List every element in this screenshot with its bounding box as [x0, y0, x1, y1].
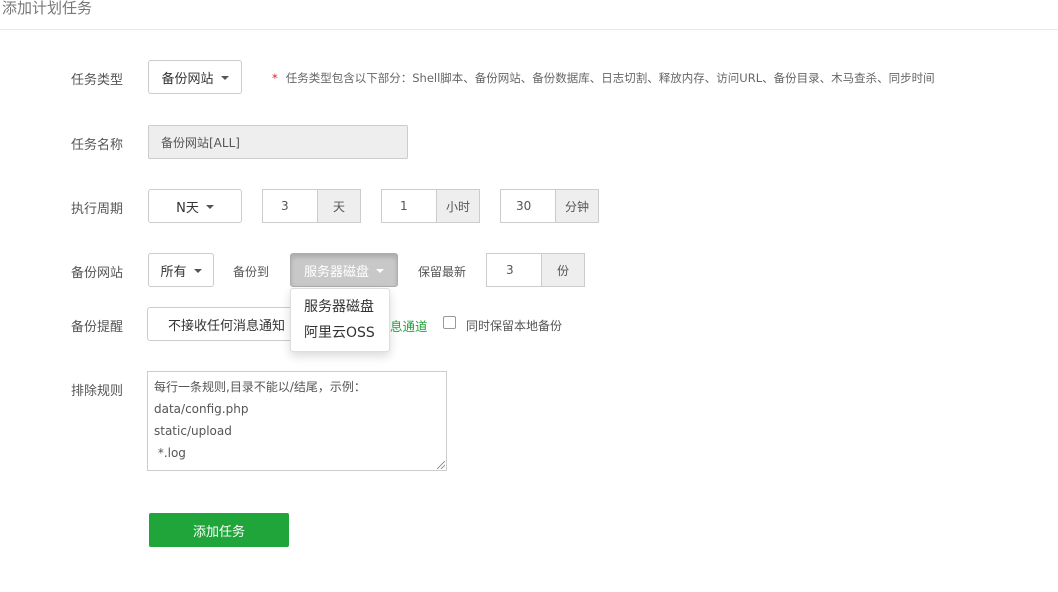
caret-down-icon	[205, 205, 214, 209]
task-type-dropdown[interactable]: 备份网站	[148, 60, 242, 94]
caret-down-icon	[220, 76, 229, 80]
keep-count-input[interactable]: 3	[486, 253, 541, 287]
notify-label: 备份提醒	[71, 320, 124, 335]
minutes-input-group: 30 分钟	[500, 189, 599, 223]
exclude-label: 排除规则	[71, 384, 124, 399]
backup-to-selected: 服务器磁盘	[303, 264, 369, 280]
days-unit: 天	[317, 189, 361, 223]
exclude-textarea[interactable]: 每行一条规则,目录不能以/结尾，示例： data/config.php stat…	[147, 371, 447, 471]
period-type-dropdown[interactable]: N天	[148, 189, 242, 223]
add-task-button[interactable]: 添加任务	[149, 513, 289, 547]
backup-to-dropdown[interactable]: 服务器磁盘	[290, 253, 398, 287]
task-type-label: 任务类型	[71, 73, 124, 88]
hours-unit: 小时	[436, 189, 480, 223]
caret-down-icon	[376, 269, 384, 273]
page-title: 添加计划任务	[2, 0, 93, 17]
keep-unit: 份	[541, 253, 585, 287]
title-divider	[0, 29, 1058, 30]
minutes-input[interactable]: 30	[500, 189, 555, 223]
task-type-hint: * 任务类型包含以下部分：Shell脚本、备份网站、备份数据库、日志切割、释放内存…	[272, 70, 935, 86]
backup-site-selected: 所有	[160, 264, 187, 280]
menu-item-aliyun-oss[interactable]: 阿里云OSS	[291, 320, 389, 346]
keep-input-group: 3 份	[486, 253, 585, 287]
task-type-selected: 备份网站	[161, 71, 214, 87]
period-label: 执行周期	[71, 202, 124, 217]
minutes-unit: 分钟	[555, 189, 599, 223]
days-input-group: 3 天	[262, 189, 361, 223]
menu-item-server-disk[interactable]: 服务器磁盘	[291, 294, 389, 320]
period-type-selected: N天	[176, 200, 199, 216]
keep-latest-label: 保留最新	[418, 265, 467, 279]
backup-site-label: 备份网站	[71, 266, 124, 281]
task-name-input[interactable]: 备份网站[ALL]	[148, 125, 408, 159]
notify-channel-link[interactable]: 息通道	[390, 316, 428, 335]
task-name-label: 任务名称	[71, 138, 124, 153]
task-type-hint-text: 任务类型包含以下部分：Shell脚本、备份网站、备份数据库、日志切割、释放内存、…	[285, 71, 935, 85]
keep-local-label: 同时保留本地备份	[466, 319, 563, 333]
days-input[interactable]: 3	[262, 189, 317, 223]
resize-handle-icon[interactable]	[437, 461, 445, 469]
required-star: *	[272, 71, 278, 85]
task-name-value: 备份网站[ALL]	[161, 135, 240, 150]
backup-to-menu: 服务器磁盘 阿里云OSS	[290, 288, 390, 352]
keep-local-checkbox[interactable]	[443, 316, 456, 329]
notify-selected: 不接收任何消息通知	[168, 318, 286, 334]
backup-to-label: 备份到	[233, 265, 270, 279]
hours-input-group: 1 小时	[381, 189, 480, 223]
backup-site-dropdown[interactable]: 所有	[148, 253, 214, 287]
caret-down-icon	[193, 269, 202, 273]
hours-input[interactable]: 1	[381, 189, 436, 223]
